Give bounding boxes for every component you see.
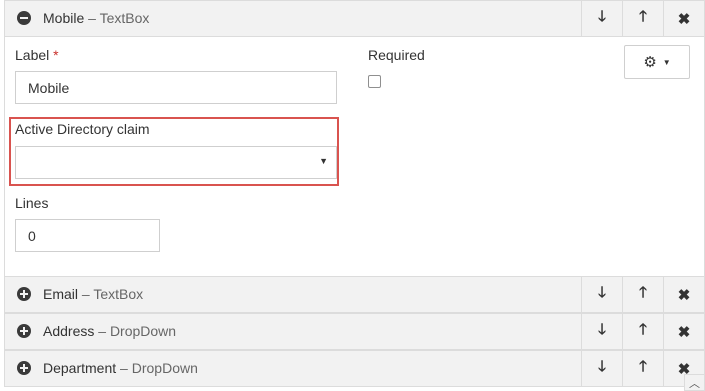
field-type: DropDown [109, 323, 177, 339]
field-type: DropDown [131, 360, 198, 376]
move-up-button[interactable]: 🡑 [622, 277, 663, 312]
field-type: TextBox [99, 10, 150, 26]
field-header-department[interactable]: Department – DropDown 🡓 🡑 ✖ [4, 350, 705, 387]
field-header-address[interactable]: Address – DropDown 🡓 🡑 ✖ [4, 313, 705, 350]
lines-label: Lines [15, 195, 49, 211]
arrow-down-icon: 🡓 [598, 284, 606, 301]
arrow-up-icon: 🡑 [639, 321, 647, 338]
field-name: Mobile [43, 10, 85, 26]
close-icon: ✖ [677, 286, 691, 304]
remove-button[interactable]: ✖ [663, 314, 704, 349]
collapse-icon[interactable] [17, 11, 31, 25]
separator: – [84, 10, 100, 26]
gear-icon: ⚙ [643, 54, 657, 71]
separator: – [94, 323, 110, 339]
arrow-up-icon: 🡑 [639, 284, 647, 301]
move-down-button[interactable]: 🡓 [581, 277, 622, 312]
close-icon: ✖ [677, 10, 691, 28]
required-star: * [53, 47, 59, 63]
chevron-up-icon: ︿ [689, 377, 700, 390]
field-title[interactable]: Address – DropDown [17, 314, 176, 349]
field-title[interactable]: Email – TextBox [17, 277, 143, 312]
close-icon: ✖ [677, 323, 691, 341]
expand-icon[interactable] [17, 361, 31, 375]
label-input-value: Mobile [28, 79, 70, 96]
field-header-email[interactable]: Email – TextBox 🡓 🡑 ✖ [4, 276, 705, 313]
label-field-label: Label * [15, 47, 59, 63]
move-up-button[interactable]: 🡑 [622, 1, 663, 36]
field-name: Department [43, 360, 117, 376]
field-title[interactable]: Mobile – TextBox [17, 1, 149, 36]
label-text: Label [15, 47, 50, 63]
move-down-button[interactable]: 🡓 [581, 351, 622, 386]
move-up-button[interactable]: 🡑 [622, 314, 663, 349]
caret-down-icon: ▼ [662, 57, 671, 67]
arrow-down-icon: 🡓 [598, 8, 606, 25]
separator: – [116, 360, 132, 376]
arrow-up-icon: 🡑 [639, 8, 647, 25]
arrow-up-icon: 🡑 [639, 358, 647, 375]
required-checkbox[interactable] [368, 75, 381, 88]
move-up-button[interactable]: 🡑 [622, 351, 663, 386]
settings-dropdown-button[interactable]: ⚙ ▼ [624, 45, 690, 79]
arrow-down-icon: 🡓 [598, 358, 606, 375]
remove-button[interactable]: ✖ [663, 277, 704, 312]
claim-label: Active Directory claim [15, 121, 150, 137]
arrow-down-icon: 🡓 [598, 321, 606, 338]
scroll-to-top-button[interactable]: ︿ [684, 374, 705, 391]
required-label: Required [368, 47, 425, 63]
field-type: TextBox [93, 286, 144, 302]
field-name: Address [43, 323, 95, 339]
label-input[interactable]: Mobile [15, 71, 337, 104]
lines-input-value: 0 [28, 227, 36, 244]
field-header-mobile[interactable]: Mobile – TextBox 🡓 🡑 ✖ [4, 0, 705, 37]
lines-input[interactable]: 0 [15, 219, 160, 252]
remove-button[interactable]: ✖ [663, 1, 704, 36]
move-down-button[interactable]: 🡓 [581, 314, 622, 349]
field-name: Email [43, 286, 79, 302]
separator: – [78, 286, 94, 302]
expand-icon[interactable] [17, 287, 31, 301]
move-down-button[interactable]: 🡓 [581, 1, 622, 36]
claim-select[interactable]: ▼ [15, 146, 337, 179]
chevron-down-icon: ▼ [319, 156, 328, 166]
expand-icon[interactable] [17, 324, 31, 338]
field-title[interactable]: Department – DropDown [17, 351, 198, 386]
